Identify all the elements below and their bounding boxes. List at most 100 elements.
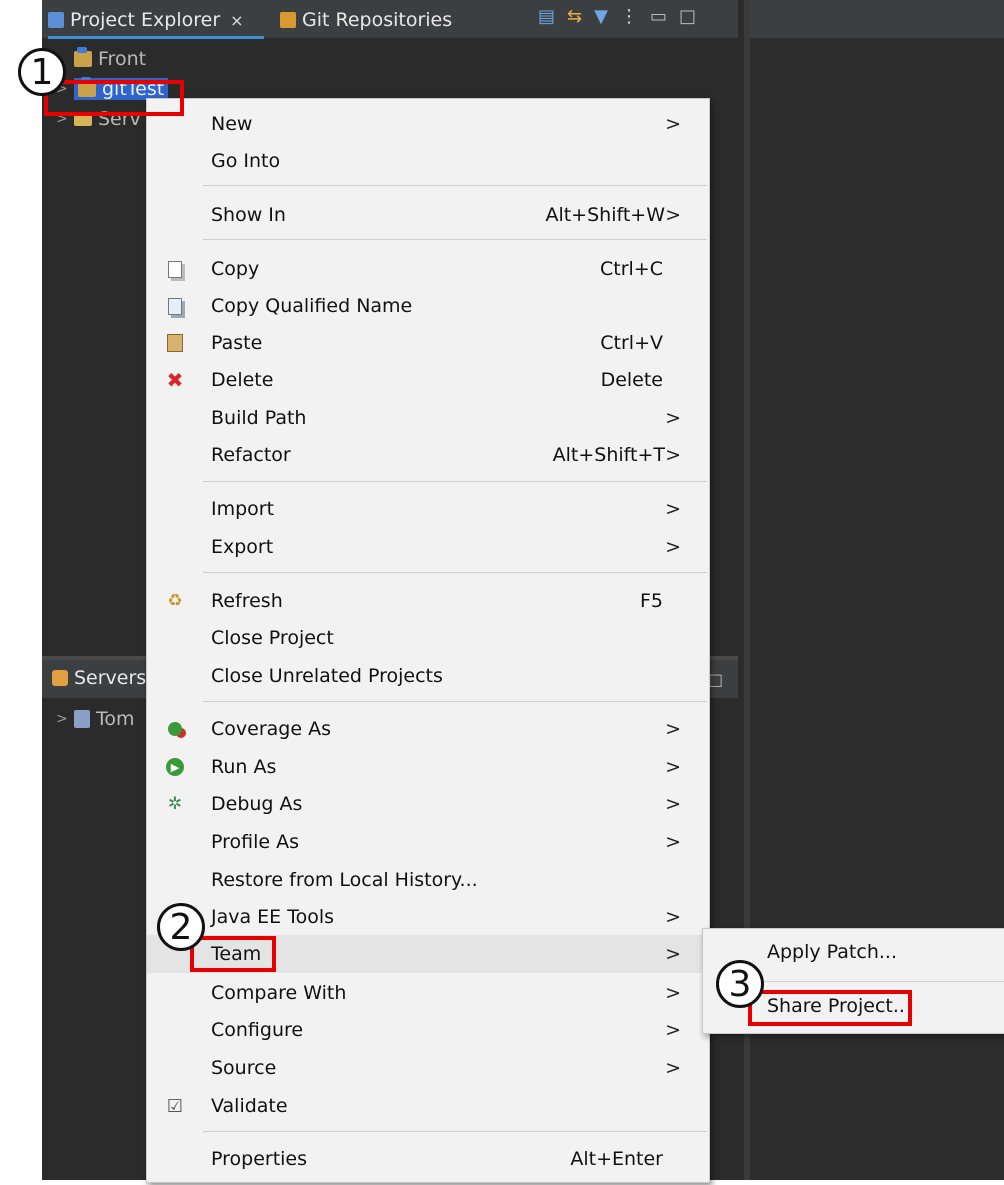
menu-item-properties[interactable]: Properties Alt+Enter [147,1140,709,1178]
menu-item-label: Configure [211,1019,304,1041]
menu-item-label: Copy [211,258,260,280]
tab-git-repositories-label: Git Repositories [302,9,453,31]
menu-item-label: Coverage As [211,718,331,740]
menu-item-label: Import [211,498,275,520]
menu-item-label: Build Path [211,407,307,429]
menu-item-label: Java EE Tools [211,906,335,928]
delete-icon: ✖ [166,368,184,392]
chevron-right-icon: > [665,113,681,135]
menu-item-label: Restore from Local History... [211,869,478,891]
highlight-box-gittest [44,80,184,116]
menu-item-copy-qualified-name[interactable]: Copy Qualified Name [147,287,709,325]
menu-item-new[interactable]: New > [147,105,709,143]
chevron-right-icon: > [665,982,681,1004]
view-menu-icon[interactable]: ⋮ [620,6,638,27]
chevron-right-icon: > [665,793,681,815]
menu-item-coverage-as[interactable]: Coverage As > [147,710,709,748]
menu-item-label: Debug As [211,793,303,815]
menu-item-run-as[interactable]: ▶ Run As > [147,748,709,786]
chevron-right-icon: > [665,943,681,965]
menu-item-paste[interactable]: Paste Ctrl+V [147,324,709,362]
highlight-box-share-project [748,990,912,1026]
collapse-all-icon[interactable]: ▤ [538,6,555,27]
link-with-editor-icon[interactable]: ⇆ [567,6,582,27]
step-badge-3: 3 [716,960,764,1008]
close-icon[interactable]: × [230,11,243,30]
menu-item-label: Go Into [211,150,281,172]
chevron-right-icon: > [665,906,681,928]
tab-project-explorer-label: Project Explorer [70,9,221,31]
chevron-right-icon: > [665,831,681,853]
menu-separator [203,481,707,482]
chevron-right-icon: > [665,756,681,778]
menu-item-build-path[interactable]: Build Path > [147,399,709,437]
menu-item-java-ee-tools[interactable]: Java EE Tools > [147,898,709,936]
copy-qualified-name-icon [165,296,185,316]
tab-servers[interactable]: Servers [52,667,146,689]
menu-item-validate[interactable]: ☑ Validate [147,1087,709,1125]
menu-item-compare-with[interactable]: Compare With > [147,974,709,1012]
maximize-icon[interactable]: □ [708,670,723,689]
menu-item-label: Properties [211,1148,308,1170]
menu-separator [203,701,707,702]
menu-item-export[interactable]: Export > [147,528,709,566]
refresh-icon: ♻ [167,591,183,611]
servers-icon [52,670,68,686]
menu-item-shortcut: Ctrl+C [600,258,663,280]
tree-item-front[interactable]: Front [42,44,738,74]
menu-item-label: Refresh [211,590,283,612]
debug-icon: ✲ [167,794,183,814]
chevron-right-icon: > [665,407,681,429]
step-badge-2: 2 [157,903,205,951]
filter-icon[interactable]: ▼ [594,6,608,27]
menu-separator [203,185,707,186]
server-item[interactable]: > Tom [42,704,135,734]
menu-item-label: Close Project [211,627,334,649]
maximize-icon[interactable]: □ [679,6,696,27]
menu-item-shortcut: Delete [600,369,663,391]
menu-separator [761,981,1004,982]
submenu-item-apply-patch[interactable]: Apply Patch... [767,941,897,963]
menu-item-label: Refactor [211,444,291,466]
menu-item-close-unrelated-projects[interactable]: Close Unrelated Projects [147,657,709,695]
menu-item-copy[interactable]: Copy Ctrl+C [147,250,709,288]
menu-item-restore-from-local-history[interactable]: Restore from Local History... [147,861,709,899]
menu-item-go-into[interactable]: Go Into [147,142,709,180]
menu-item-label: Compare With [211,982,347,1004]
chevron-right-icon: > [665,444,681,466]
menu-item-label: Close Unrelated Projects [211,665,443,687]
menu-item-debug-as[interactable]: ✲ Debug As > [147,785,709,823]
run-icon: ▶ [165,757,185,777]
project-explorer-icon [48,12,64,28]
menu-item-label: Run As [211,756,277,778]
menu-item-refactor[interactable]: Refactor Alt+Shift+T > [147,436,709,474]
tomcat-server-icon [74,710,90,728]
paste-icon [165,333,185,353]
tab-git-repositories[interactable]: Git Repositories [280,4,452,36]
chevron-right-icon: > [665,536,681,558]
minimize-icon[interactable]: ▭ [650,6,667,27]
menu-item-shortcut: Alt+Shift+T [552,444,665,466]
menu-item-delete[interactable]: ✖ Delete Delete [147,361,709,399]
menu-item-configure[interactable]: Configure > [147,1011,709,1049]
menu-item-shortcut: Alt+Shift+W [545,204,665,226]
menu-item-label: Profile As [211,831,300,853]
menu-item-profile-as[interactable]: Profile As > [147,823,709,861]
view-toolbar: ▤ ⇆ ▼ ⋮ ▭ □ [538,6,696,27]
menu-item-show-in[interactable]: Show In Alt+Shift+W > [147,196,709,234]
checkbox-icon: ☑ [166,1095,184,1117]
menu-item-label: Copy Qualified Name [211,295,413,317]
project-icon [74,47,92,67]
context-menu: New > Go Into Show In Alt+Shift+W > Copy… [146,98,710,1183]
tab-project-explorer[interactable]: Project Explorer × [48,4,264,39]
menu-item-label: New [211,113,253,135]
menu-item-close-project[interactable]: Close Project [147,619,709,657]
menu-item-import[interactable]: Import > [147,490,709,528]
chevron-right-icon[interactable]: > [56,711,74,727]
copy-icon [165,259,185,279]
editor-tabbar [750,0,1004,38]
menu-item-shortcut: F5 [639,590,663,612]
menu-item-source[interactable]: Source > [147,1049,709,1087]
servers-title-label: Servers [74,667,147,689]
menu-item-refresh[interactable]: ♻ Refresh F5 [147,582,709,620]
